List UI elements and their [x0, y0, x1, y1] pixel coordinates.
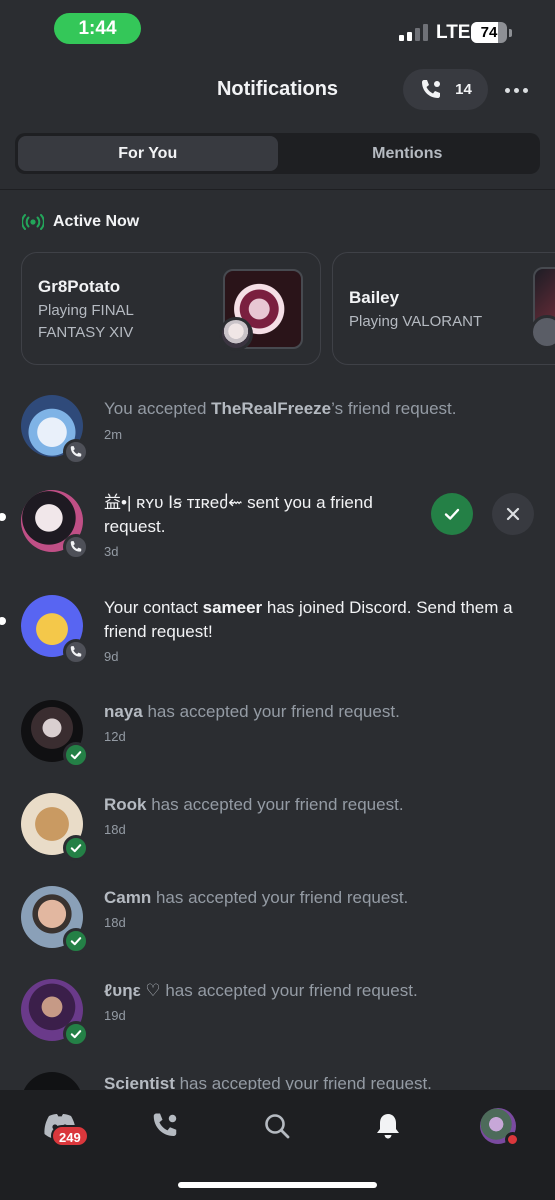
more-button[interactable] — [498, 78, 534, 102]
status-time: 1:44 — [54, 13, 141, 44]
decline-request-button[interactable] — [492, 493, 534, 535]
username: Rook — [104, 795, 147, 814]
active-card-name: Gr8Potato — [38, 277, 121, 296]
accept-request-button[interactable] — [431, 493, 473, 535]
check-badge-icon — [63, 835, 89, 861]
check-icon — [444, 508, 460, 520]
home-badge: 249 — [51, 1125, 89, 1147]
notification-time: 12d — [104, 729, 126, 744]
active-now-header: Active Now — [22, 213, 139, 231]
check-badge-icon — [63, 742, 89, 768]
avatar — [219, 317, 253, 351]
contact-badge-icon — [63, 534, 89, 560]
battery-level: 74 — [480, 24, 498, 41]
tab-for-you[interactable]: For You — [18, 136, 278, 171]
contact-badge-icon — [63, 639, 89, 665]
notification-time: 18d — [104, 822, 126, 837]
divider — [0, 189, 555, 190]
home-indicator — [178, 1182, 377, 1188]
phone-contact-icon — [422, 79, 441, 98]
nav-search[interactable] — [257, 1106, 297, 1146]
notification-text: naya has accepted your friend request. — [104, 702, 400, 721]
search-icon — [265, 1114, 290, 1139]
active-card-activity: Playing VALORANT — [349, 313, 483, 330]
nav-notifications[interactable] — [368, 1106, 408, 1146]
username: naya — [104, 702, 143, 721]
calls-button[interactable]: 14 — [403, 69, 488, 110]
notification-text: Camn has accepted your friend request. — [104, 888, 409, 907]
unread-indicator — [0, 617, 6, 625]
active-card-gr8potato[interactable]: Gr8Potato Playing FINAL FANTASY XIV — [21, 252, 321, 365]
call-count: 14 — [455, 81, 472, 98]
broadcast-icon — [22, 214, 44, 230]
unread-indicator — [0, 513, 6, 521]
notification-text: Your contact sameer has joined Discord. … — [104, 598, 513, 641]
check-badge-icon — [63, 1021, 89, 1047]
notification-time: 18d — [104, 915, 126, 930]
battery-icon: 74 — [471, 22, 507, 43]
battery-tip — [509, 29, 512, 37]
tab-mentions[interactable]: Mentions — [278, 136, 538, 171]
do-not-disturb-icon — [505, 1132, 520, 1147]
notification-time: 19d — [104, 1008, 126, 1023]
nav-profile[interactable] — [478, 1106, 520, 1147]
bell-icon — [377, 1114, 399, 1139]
close-icon — [506, 507, 520, 521]
notification-time: 3d — [104, 544, 119, 559]
notification-time: 2m — [104, 427, 123, 442]
username: 益•| ʀʏᴜ Ⅰꞩ ᴛɪʀeძ⇜ — [104, 493, 243, 512]
phone-contact-icon — [153, 1113, 177, 1136]
signal-icon — [399, 24, 428, 41]
more-horizontal-icon — [504, 87, 510, 93]
contact-badge-icon — [63, 439, 89, 465]
notification-text: 益•| ʀʏᴜ Ⅰꞩ ᴛɪʀeძ⇜ sent you a friend requ… — [104, 493, 373, 536]
username: sameer — [202, 598, 263, 617]
notification-text: You accepted TheRealFreeze’s friend requ… — [104, 399, 457, 418]
notification-text: ℓυηε ♡ has accepted your friend request. — [104, 981, 418, 1000]
active-now-title: Active Now — [53, 213, 140, 230]
username: TheRealFreeze — [211, 399, 332, 418]
notification-time: 9d — [104, 649, 119, 664]
tab-bar: For You Mentions — [15, 133, 540, 174]
active-card-activity: Playing FINAL FANTASY XIV — [38, 302, 134, 341]
network-label: LTE — [436, 22, 471, 43]
check-badge-icon — [63, 928, 89, 954]
username: ℓυηε ♡ — [104, 981, 161, 1000]
nav-friends[interactable] — [145, 1106, 185, 1146]
username: Camn — [104, 888, 152, 907]
status-bar: 1:44 LTE 74 — [0, 0, 555, 60]
active-card-name: Bailey — [349, 288, 400, 307]
avatar — [530, 315, 555, 349]
avatar — [480, 1108, 520, 1147]
active-card-bailey[interactable]: Bailey Playing VALORANT — [332, 252, 555, 365]
notification-text: Rook has accepted your friend request. — [104, 795, 404, 814]
